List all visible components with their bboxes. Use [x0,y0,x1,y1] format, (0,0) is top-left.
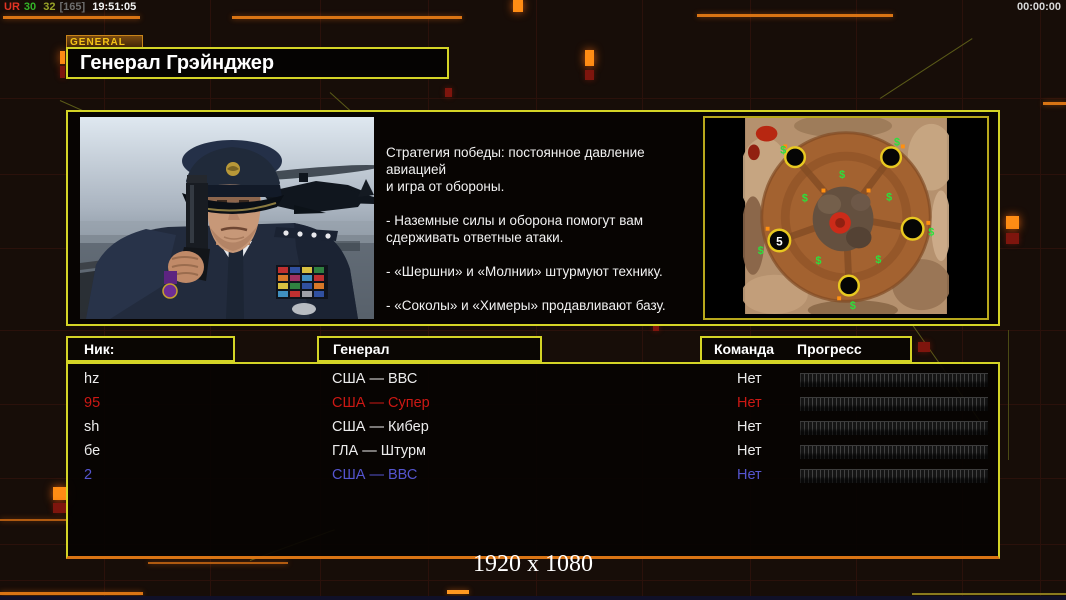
circuit-decor [880,38,973,99]
svg-text:$: $ [894,136,900,148]
svg-text:$: $ [816,255,822,267]
player-general: США — Супер [332,395,430,411]
progress-bar [800,373,988,387]
briefing-paragraph: - «Соколы» и «Химеры» продавливают базу. [386,297,702,314]
circuit-decor [1040,0,1041,600]
circuit-decor [60,66,65,78]
player-row: sh США — Кибер Нет [68,416,998,440]
player-row: 95 США — Супер Нет [68,392,998,416]
circuit-decor [53,503,66,513]
player-row: бе ГЛА — Штурм Нет [68,440,998,464]
progress-bar [800,445,988,459]
loading-screen: UR30 32[165] 19:51:05 00:00:00 GENERAL Г… [0,0,1066,600]
player-team: Нет [737,467,762,483]
svg-text:$: $ [928,227,934,239]
briefing-paragraph: - «Шершни» и «Молнии» штурмуют технику. [386,263,702,280]
match-timer: 00:00:00 [1017,1,1061,13]
stat-ping: 32 [43,1,55,13]
briefing-paragraph: Стратегия победы: постоянное давление ав… [386,144,702,195]
player-team: Нет [737,371,762,387]
circuit-decor [918,342,930,352]
stat-ur: UR [4,1,20,13]
circuit-decor [232,16,462,19]
circuit-decor [513,0,523,12]
page-title: Генерал Грэйнджер [66,47,449,79]
player-row: 2 США — ВВС Нет [68,464,998,488]
circuit-decor [585,70,594,80]
debug-stats: UR 30 32 [165] 19:51:05 [4,1,140,13]
svg-text:$: $ [839,169,845,181]
circuit-decor [447,590,469,594]
stat-time: 19:51:05 [92,1,136,13]
player-team: Нет [737,419,762,435]
player-team: Нет [737,395,762,411]
general-portrait-art [80,117,374,319]
player-general: США — Кибер [332,419,429,435]
svg-text:$: $ [875,254,881,266]
column-header-nick: Ник: [66,336,235,362]
player-row: hz США — ВВС Нет [68,368,998,392]
player-nick: бе [84,443,100,459]
map-preview: 5 $ $ $ $ $ $ $ $ $ $ [703,116,989,320]
start-position-number: 5 [776,235,783,248]
briefing-paragraph: - Наземные силы и оборона помогут вам сд… [386,212,702,246]
circuit-decor [697,14,893,17]
circuit-decor [585,50,594,66]
strategy-briefing: Стратегия победы: постоянное давление ав… [386,144,702,331]
player-general: ГЛА — Штурм [332,443,426,459]
svg-text:$: $ [758,245,764,257]
circuit-decor [445,88,452,97]
column-header-general: Генерал [317,336,542,362]
player-table: hz США — ВВС Нет 95 США — Супер Нет sh С… [66,362,1000,559]
svg-text:$: $ [802,192,808,204]
bottom-strip [0,596,1066,600]
circuit-decor [3,16,140,19]
ribbon-rack [276,265,328,299]
circuit-decor [53,487,66,500]
progress-bar [800,397,988,411]
general-portrait [80,117,374,319]
svg-text:$: $ [850,300,856,312]
circuit-decor [0,519,68,521]
svg-text:$: $ [780,144,786,156]
circuit-decor [1006,233,1019,244]
svg-text:$: $ [886,191,892,203]
player-nick: hz [84,371,99,387]
column-header-team-progress: Команда Прогресс [700,336,912,362]
column-header-progress: Прогресс [797,338,862,360]
circuit-decor [1006,216,1019,229]
circuit-decor [1008,330,1009,460]
circuit-decor [60,51,65,64]
circuit-decor [0,592,143,595]
briefing-panel: Стратегия победы: постоянное давление ав… [66,110,1000,326]
progress-bar [800,469,988,483]
column-header-team: Команда [714,338,774,360]
circuit-decor [0,580,1066,581]
map-art: 5 $ $ $ $ $ $ $ $ $ $ [743,118,949,314]
player-nick: sh [84,419,99,435]
player-general: США — ВВС [332,371,417,387]
resolution-label: 1920 x 1080 [0,551,1066,578]
circuit-decor [0,98,1066,99]
player-nick: 95 [84,395,100,411]
player-nick: 2 [84,467,92,483]
player-general: США — ВВС [332,467,417,483]
progress-bar [800,421,988,435]
player-team: Нет [737,443,762,459]
stat-count: [165] [59,1,85,13]
circuit-decor [1043,102,1066,105]
circuit-decor [912,593,1066,595]
stat-fps: 30 [24,1,36,13]
